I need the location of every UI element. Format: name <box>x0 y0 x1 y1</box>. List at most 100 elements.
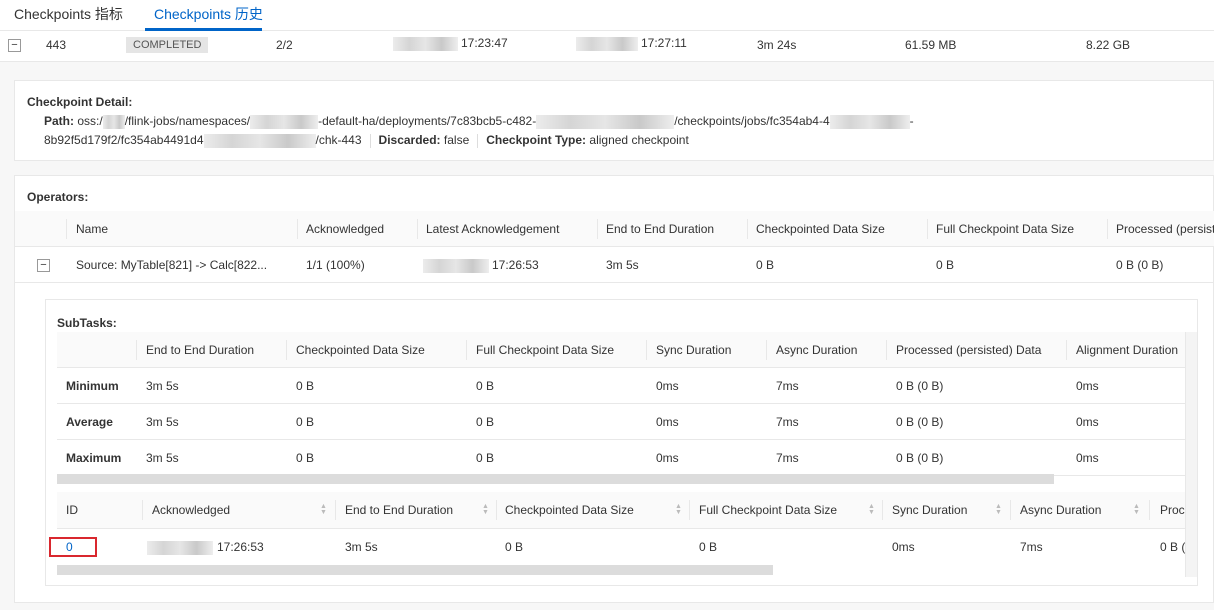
operator-row: − Source: MyTable[821] -> Calc[822... 1/… <box>15 247 1214 283</box>
operator-e2e: 3m 5s <box>606 258 639 272</box>
summary-cell: 7ms <box>776 379 799 393</box>
checkpointed-size: 61.59 MB <box>905 38 957 52</box>
col-full[interactable]: Full Checkpoint Data Size <box>699 492 837 528</box>
subtasks-panel: SubTasks: End to End Duration Checkpoint… <box>45 299 1198 586</box>
col-name[interactable]: Name <box>76 211 108 247</box>
tab-checkpoint-metrics[interactable]: Checkpoints 指标 <box>14 4 123 24</box>
subtask-sync: 0ms <box>892 540 915 554</box>
col-sync: Sync Duration <box>656 343 732 357</box>
subtasks-title: SubTasks: <box>57 316 117 330</box>
summary-row: Average 3m 5s 0 B 0 B 0ms 7ms 0 B (0 B) 0ms <box>57 404 1187 440</box>
col-processed[interactable]: Processed (persiste <box>1116 211 1214 247</box>
summary-cell: 3m 5s <box>146 379 179 393</box>
col-async[interactable]: Async Duration <box>1020 492 1101 528</box>
summary-cell: 0 B <box>476 379 495 393</box>
status-badge: COMPLETED <box>126 37 209 53</box>
summary-cell: 0ms <box>1076 451 1099 465</box>
col-acknowledged[interactable]: Acknowledged <box>152 492 230 528</box>
sort-icon[interactable]: ▲ ▼ <box>995 503 1002 516</box>
operators-panel: Operators: Name Acknowledged Latest Ackn… <box>14 175 1214 603</box>
summary-cell: 0ms <box>656 451 679 465</box>
checkpoint-detail-panel: Checkpoint Detail: Path: oss://flink-job… <box>14 80 1214 161</box>
summary-cell: 0 B <box>296 451 315 465</box>
subtask-id[interactable]: 0 <box>66 529 73 565</box>
summary-cell: 0 B <box>296 415 315 429</box>
vertical-scrollbar[interactable] <box>1185 332 1197 577</box>
sort-icon[interactable]: ▲ ▼ <box>320 503 327 516</box>
tab-bar: Checkpoints 指标 Checkpoints 历史 <box>0 0 1214 31</box>
col-e2e: End to End Duration <box>146 343 255 357</box>
operator-processed: 0 B (0 B) <box>1116 258 1164 272</box>
tab-checkpoint-history[interactable]: Checkpoints 历史 <box>154 4 263 24</box>
highlight-box <box>49 537 97 557</box>
summary-cell: 0 B (0 B) <box>896 379 944 393</box>
detail-horizontal-scrollbar[interactable] <box>57 565 773 575</box>
summary-cell: 0 B <box>476 451 495 465</box>
col-checkpointed[interactable]: Checkpointed Data Size <box>756 211 885 247</box>
summary-cell: 0ms <box>656 415 679 429</box>
collapse-icon[interactable]: − <box>8 39 21 52</box>
summary-cell: 0ms <box>1076 379 1099 393</box>
col-acknowledged[interactable]: Acknowledged <box>306 211 384 247</box>
subtask-e2e: 3m 5s <box>345 540 378 554</box>
path-line-2: 8b92f5d179f2/fc354ab4491d4/chk-443 Discar… <box>44 133 689 148</box>
col-sync[interactable]: Sync Duration <box>892 492 967 528</box>
summary-cell: 7ms <box>776 415 799 429</box>
summary-cell: 3m 5s <box>146 451 179 465</box>
col-full[interactable]: Full Checkpoint Data Size <box>936 211 1074 247</box>
sort-icon[interactable]: ▲ ▼ <box>868 503 875 516</box>
operators-title: Operators: <box>27 190 89 204</box>
operator-checkpointed: 0 B <box>756 258 775 272</box>
operator-acknowledged: 1/1 (100%) <box>306 258 365 272</box>
summary-cell: 0ms <box>656 379 679 393</box>
col-alignment: Alignment Duration <box>1076 343 1179 357</box>
full-size: 8.22 GB <box>1086 38 1131 52</box>
col-async: Async Duration <box>776 343 858 357</box>
subtask-acknowledged: 17:26:53 <box>147 529 264 565</box>
path-line-1: Path: oss://flink-jobs/namespaces/-defau… <box>44 114 914 129</box>
checkpoint-row: − 443 COMPLETED 2/2 17:23:47 17:27:11 3m… <box>0 31 1214 62</box>
subtask-full: 0 B <box>699 540 718 554</box>
summary-row-label: Maximum <box>66 451 122 465</box>
col-e2e[interactable]: End to End Duration <box>345 492 453 528</box>
sort-icon[interactable]: ▲ ▼ <box>482 503 489 516</box>
operators-header: Name Acknowledged Latest Acknowledgement… <box>15 211 1214 247</box>
subtask-row: 0 17:26:53 3m 5s 0 B 0 B 0ms 7ms 0 B (0 <box>49 529 1192 565</box>
collapse-icon[interactable]: − <box>37 259 50 272</box>
detail-title: Checkpoint Detail: <box>27 95 133 109</box>
duration: 3m 24s <box>757 38 797 52</box>
trigger-time: 17:23:47 <box>393 36 508 51</box>
summary-row: Maximum 3m 5s 0 B 0 B 0ms 7ms 0 B (0 B) 0ms <box>57 440 1187 476</box>
col-processed: Processed (persisted) Data <box>896 343 1042 357</box>
col-checkpointed: Checkpointed Data Size <box>296 343 425 357</box>
discarded-value: false <box>443 133 470 147</box>
latest-ack: 17:27:11 <box>576 36 687 51</box>
summary-cell: 0ms <box>1076 415 1099 429</box>
sort-icon[interactable]: ▲ ▼ <box>1133 503 1140 516</box>
col-id[interactable]: ID <box>66 492 78 528</box>
operator-full: 0 B <box>936 258 955 272</box>
col-latest-ack[interactable]: Latest Acknowledgement <box>426 211 559 247</box>
subtask-async: 7ms <box>1020 540 1043 554</box>
checkpoint-type-value: aligned checkpoint <box>589 133 689 147</box>
col-checkpointed[interactable]: Checkpointed Data Size <box>505 492 634 528</box>
acknowledged: 2/2 <box>276 38 293 52</box>
summary-row: Minimum 3m 5s 0 B 0 B 0ms 7ms 0 B (0 B) 0ms <box>57 368 1187 404</box>
operator-latest-ack: 17:26:53 <box>423 247 539 283</box>
subtask-checkpointed: 0 B <box>505 540 524 554</box>
checkpoint-id: 443 <box>46 38 67 52</box>
col-e2e[interactable]: End to End Duration <box>606 211 714 247</box>
summary-cell: 0 B <box>296 379 315 393</box>
summary-cell: 0 B (0 B) <box>896 451 944 465</box>
sort-icon[interactable]: ▲ ▼ <box>675 503 682 516</box>
summary-header: End to End Duration Checkpointed Data Si… <box>57 332 1187 368</box>
summary-row-label: Minimum <box>66 379 119 393</box>
summary-cell: 0 B <box>476 415 495 429</box>
summary-cell: 7ms <box>776 451 799 465</box>
summary-horizontal-scrollbar[interactable] <box>57 474 1054 484</box>
summary-cell: 0 B (0 B) <box>896 415 944 429</box>
operator-name: Source: MyTable[821] -> Calc[822... <box>76 258 268 272</box>
summary-row-label: Average <box>66 415 113 429</box>
subtask-detail-header: ID Acknowledged ▲ ▼ End to End Duration ▲ ▼ … <box>57 492 1191 529</box>
summary-cell: 3m 5s <box>146 415 179 429</box>
